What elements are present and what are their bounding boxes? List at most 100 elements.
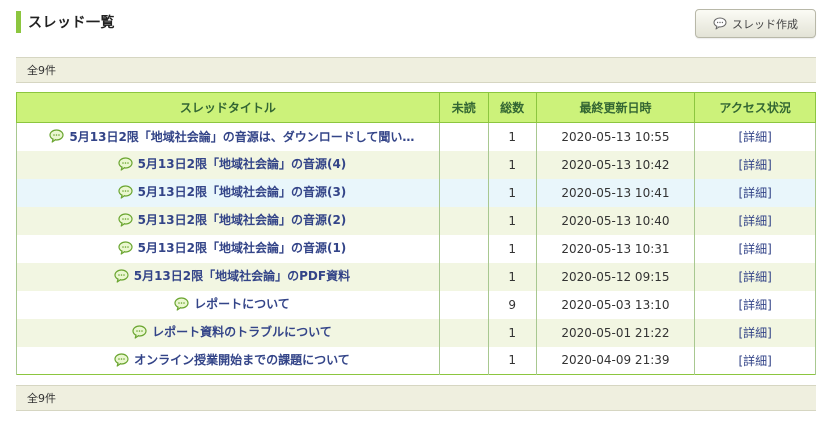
total-count-bottom: 全9件 [16, 385, 816, 411]
column-header-access[interactable]: アクセス状況 [694, 92, 816, 123]
access-detail-link[interactable]: [詳細] [738, 158, 771, 172]
access-cell: [詳細] [694, 262, 816, 291]
total-count: 1 [487, 150, 537, 179]
access-cell: [詳細] [694, 206, 816, 235]
unread-count [438, 262, 489, 291]
total-count: 1 [487, 122, 537, 151]
thread-title-text: 5月13日2限「地域社会論」の音源(1) [137, 241, 347, 256]
thread-title-text: 5月13日2限「地域社会論」の音源(2) [137, 213, 347, 228]
table-row[interactable]: 5月13日2限「地域社会論」の音源は、ダウンロードして聞い… 1 2020-05-1… [16, 122, 816, 151]
page-title: スレッド一覧 [16, 11, 376, 33]
last-updated: 2020-05-13 10:40 [535, 206, 696, 235]
unread-count [438, 290, 489, 319]
access-detail-link[interactable]: [詳細] [738, 130, 771, 144]
thread-title-cell: 5月13日2限「地域社会論」の音源(3) [16, 178, 440, 207]
last-updated: 2020-04-09 21:39 [535, 346, 696, 375]
thread-title-text: 5月13日2限「地域社会論」のPDF資料 [133, 269, 351, 284]
thread-title-link[interactable]: オンライン授業開始までの課題について [114, 351, 350, 368]
total-count-top: 全9件 [16, 57, 816, 83]
last-updated: 2020-05-12 09:15 [535, 262, 696, 291]
unread-count [438, 318, 489, 347]
thread-title-text: 5月13日2限「地域社会論」の音源(3) [137, 185, 347, 200]
table-row[interactable]: レポート資料のトラブルについて 1 2020-05-01 21:22 [詳細] [16, 318, 816, 347]
access-detail-link[interactable]: [詳細] [738, 242, 771, 256]
unread-count [438, 206, 489, 235]
thread-title-text: レポートについて [194, 297, 290, 312]
last-updated: 2020-05-01 21:22 [535, 318, 696, 347]
speech-bubble-icon [117, 157, 133, 171]
create-thread-button[interactable]: スレッド作成 [695, 9, 816, 38]
table-row[interactable]: オンライン授業開始までの課題について 1 2020-04-09 21:39 [詳細] [16, 346, 816, 375]
table-header-row: スレッドタイトル 未読 総数 最終更新日時 アクセス状況 [16, 92, 816, 123]
access-detail-link[interactable]: [詳細] [738, 326, 771, 340]
thread-title-link[interactable]: 5月13日2限「地域社会論」のPDF資料 [114, 267, 350, 284]
unread-count [438, 346, 489, 375]
thread-title-link[interactable]: 5月13日2限「地域社会論」の音源(4) [117, 155, 347, 172]
speech-bubble-icon [132, 325, 147, 339]
speech-bubble-icon [114, 352, 129, 367]
access-detail-link[interactable]: [詳細] [738, 298, 771, 312]
access-cell: [詳細] [694, 318, 816, 347]
thread-title-cell: 5月13日2限「地域社会論」の音源は、ダウンロードして聞い… [16, 122, 440, 151]
last-updated: 2020-05-13 10:31 [535, 234, 696, 263]
thread-title-cell: 5月13日2限「地域社会論」の音源(4) [16, 150, 440, 179]
total-count-label: 全9件 [27, 64, 56, 77]
thread-title-link[interactable]: レポートについて [174, 295, 290, 312]
total-count: 9 [487, 290, 537, 319]
table-row[interactable]: 5月13日2限「地域社会論」の音源(4) 1 2020-05-13 10:42 [詳細… [16, 150, 816, 179]
thread-title-cell: 5月13日2限「地域社会論」の音源(2) [16, 206, 440, 235]
unread-count [438, 234, 489, 263]
total-count: 1 [487, 178, 537, 207]
thread-title-text: 5月13日2限「地域社会論」の音源(4) [137, 157, 347, 172]
thread-title-link[interactable]: 5月13日2限「地域社会論」の音源(1) [117, 239, 347, 256]
column-header-unread[interactable]: 未読 [438, 92, 489, 123]
speech-bubble-icon [117, 185, 133, 199]
access-detail-link[interactable]: [詳細] [738, 214, 771, 228]
speech-bubble-icon [117, 241, 133, 255]
access-cell: [詳細] [694, 150, 816, 179]
access-cell: [詳細] [694, 122, 816, 151]
last-updated: 2020-05-03 13:10 [535, 290, 696, 319]
create-thread-label: スレッド作成 [732, 17, 798, 31]
table-row[interactable]: 5月13日2限「地域社会論」の音源(3) 1 2020-05-13 10:41 [詳細… [16, 178, 816, 207]
thread-title-link[interactable]: 5月13日2限「地域社会論」の音源(2) [117, 211, 347, 228]
column-header-title[interactable]: スレッドタイトル [16, 92, 440, 123]
thread-title-cell: オンライン授業開始までの課題について [16, 346, 440, 375]
table-row[interactable]: 5月13日2限「地域社会論」の音源(1) 1 2020-05-13 10:31 [詳細… [16, 234, 816, 263]
unread-count [438, 178, 489, 207]
speech-bubble-icon [117, 213, 133, 227]
column-header-updated[interactable]: 最終更新日時 [535, 92, 696, 123]
unread-count [438, 122, 489, 151]
total-count: 1 [487, 206, 537, 235]
total-count: 1 [487, 318, 537, 347]
speech-bubble-icon [114, 269, 129, 283]
thread-title-link[interactable]: 5月13日2限「地域社会論」の音源(3) [117, 183, 347, 200]
unread-count [438, 150, 489, 179]
total-count-label: 全9件 [27, 392, 56, 405]
thread-list-page: スレッド一覧 スレッド作成 全9件 スレッドタイトル 未読 総数 最終更新日時 … [0, 0, 836, 437]
thread-title-link[interactable]: 5月13日2限「地域社会論」の音源は、ダウンロードして聞い… [49, 128, 414, 145]
total-count: 1 [487, 262, 537, 291]
thread-title-text: 5月13日2限「地域社会論」の音源は、ダウンロードして聞い… [69, 129, 415, 144]
access-cell: [詳細] [694, 346, 816, 375]
thread-title-cell: レポート資料のトラブルについて [16, 318, 440, 347]
total-count: 1 [487, 346, 537, 375]
speech-bubble-icon [49, 129, 64, 143]
speech-bubble-icon [713, 17, 727, 30]
access-detail-link[interactable]: [詳細] [738, 186, 771, 200]
thread-title-cell: レポートについて [16, 290, 440, 319]
last-updated: 2020-05-13 10:55 [535, 122, 696, 151]
last-updated: 2020-05-13 10:42 [535, 150, 696, 179]
thread-title-text: レポート資料のトラブルについて [152, 325, 332, 340]
access-detail-link[interactable]: [詳細] [738, 354, 771, 368]
table-row[interactable]: 5月13日2限「地域社会論」のPDF資料 1 2020-05-12 09:15 [詳細… [16, 262, 816, 291]
access-detail-link[interactable]: [詳細] [738, 270, 771, 284]
thread-table: スレッドタイトル 未読 総数 最終更新日時 アクセス状況 5月13日2限「地域社… [16, 92, 816, 375]
access-cell: [詳細] [694, 234, 816, 263]
column-header-total[interactable]: 総数 [487, 92, 537, 123]
access-cell: [詳細] [694, 290, 816, 319]
thread-title-link[interactable]: レポート資料のトラブルについて [132, 323, 332, 340]
table-row[interactable]: 5月13日2限「地域社会論」の音源(2) 1 2020-05-13 10:40 [詳細… [16, 206, 816, 235]
table-row[interactable]: レポートについて 9 2020-05-03 13:10 [詳細] [16, 290, 816, 319]
thread-title-text: オンライン授業開始までの課題について [134, 353, 350, 367]
